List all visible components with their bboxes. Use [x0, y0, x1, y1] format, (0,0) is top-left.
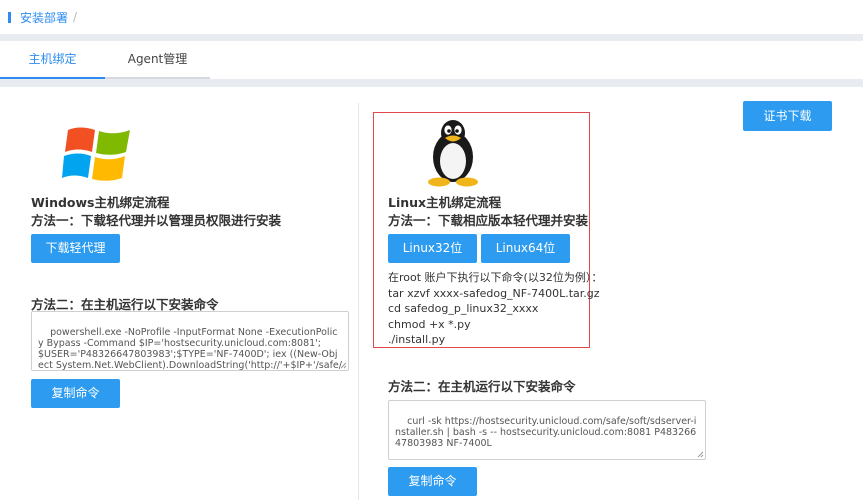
tab-agent-management[interactable]: Agent管理 — [105, 41, 210, 79]
linux-command-textarea[interactable]: curl -sk https://hostsecurity.unicloud.c… — [388, 400, 706, 460]
linux-install-steps: 在root 账户下执行以下命令(以32位为例）： tar xzvf xxxx-s… — [388, 270, 602, 348]
linux-step-line: chmod +x *.py — [388, 317, 471, 331]
tab-bar: 主机绑定 Agent管理 — [0, 41, 863, 79]
resize-handle-icon[interactable] — [339, 361, 347, 369]
windows-flow-title: Windows主机绑定流程 — [31, 195, 170, 210]
main-panel: Windows主机绑定流程 方法一：下载轻代理并以管理员权限进行安装 下载轻代理… — [0, 87, 863, 500]
tux-penguin-icon — [428, 120, 478, 187]
linux-method2-title: 方法二：在主机运行以下安装命令 — [388, 379, 576, 394]
linux-step-line: tar xzvf xxxx-safedog_NF-7400L.tar.gz — [388, 286, 600, 300]
breadcrumb-current[interactable]: 安装部署 — [20, 9, 68, 26]
windows-logo-icon — [62, 127, 130, 181]
linux-command-text: curl -sk https://hostsecurity.unicloud.c… — [395, 416, 697, 449]
linux-step-line: 在root 账户下执行以下命令(以32位为例）： — [388, 271, 603, 284]
windows-command-textarea[interactable]: powershell.exe -NoProfile -InputFormat N… — [31, 311, 349, 371]
windows-command-text: powershell.exe -NoProfile -InputFormat N… — [38, 327, 342, 371]
certificate-download-button[interactable]: 证书下载 — [743, 101, 832, 131]
column-divider — [358, 103, 359, 500]
resize-handle-icon[interactable] — [696, 450, 704, 458]
linux-flow-title: Linux主机绑定流程 — [388, 195, 502, 210]
linux64-download-button[interactable]: Linux64位 — [481, 234, 570, 263]
linux-step-line: ./install.py — [388, 333, 446, 346]
linux-step-line: cd safedog_p_linux32_xxxx — [388, 302, 539, 315]
windows-method1-title: 方法一：下载轻代理并以管理员权限进行安装 — [31, 213, 282, 228]
windows-copy-command-button[interactable]: 复制命令 — [31, 379, 120, 408]
download-agent-button[interactable]: 下载轻代理 — [31, 234, 120, 263]
tab-host-binding[interactable]: 主机绑定 — [0, 41, 105, 79]
breadcrumb: 安装部署 / — [0, 0, 863, 34]
linux32-download-button[interactable]: Linux32位 — [388, 234, 477, 263]
linux-copy-command-button[interactable]: 复制命令 — [388, 467, 477, 496]
breadcrumb-separator: / — [73, 10, 78, 24]
linux-method1-title: 方法一：下载相应版本轻代理并安装 — [388, 213, 589, 228]
breadcrumb-marker — [8, 11, 11, 23]
